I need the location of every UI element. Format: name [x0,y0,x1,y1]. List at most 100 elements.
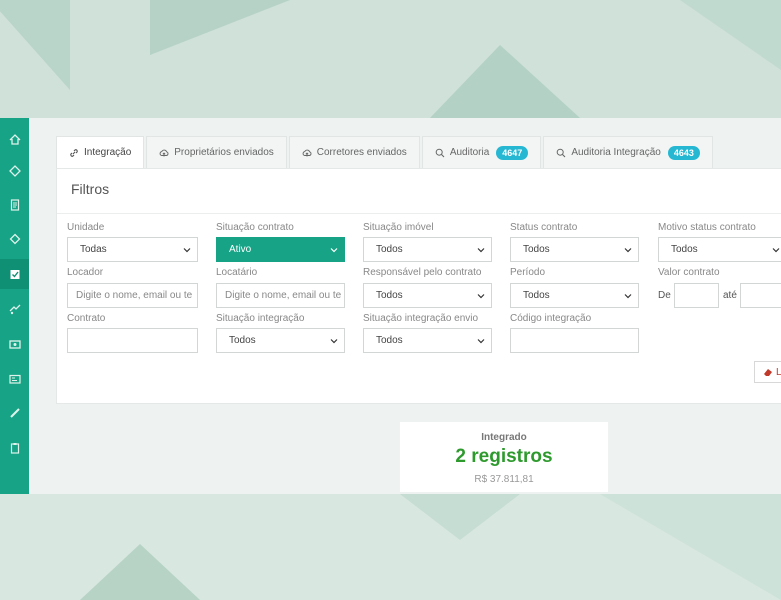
chevron-down-icon [772,248,780,253]
filters-title: Filtros [71,181,110,197]
tab-integracao[interactable]: Integração [56,136,145,168]
decorative-shape [150,0,290,55]
clear-filters-label: L [776,366,781,378]
divider [57,213,781,214]
sidebar-item-checklist[interactable] [0,259,29,289]
situacao-imovel-select[interactable]: Todos [363,237,492,262]
chevron-down-icon [477,294,485,299]
summary-count: 2 registros [455,446,553,467]
tab-label: Auditoria Integração [571,147,661,158]
sidebar-item-money[interactable] [0,329,29,359]
checklist-icon [10,270,19,279]
valor-contrato-label: Valor contrato [658,267,720,278]
decorative-shape [400,494,520,540]
locatario-input[interactable]: Digite o nome, email ou te [216,283,345,308]
tab-proprietarios-enviados[interactable]: Proprietários enviados [146,136,287,168]
situacao-contrato-label: Situação contrato [216,222,294,233]
chevron-down-icon [183,248,191,253]
sidebar-item-tag[interactable] [0,156,29,186]
main-content: Integração Proprietários enviados Corret… [29,118,781,494]
chevron-down-icon [477,339,485,344]
situacao-contrato-select[interactable]: Ativo [216,237,345,262]
responsavel-select[interactable]: Todos [363,283,492,308]
situacao-integracao-value: Todos [229,335,256,346]
chevron-down-icon [624,294,632,299]
handshake-icon [9,304,20,315]
decorative-shape [430,45,580,118]
unidade-label: Unidade [67,222,105,233]
responsavel-label: Responsável pelo contrato [363,267,482,278]
tab-label: Integração [84,147,132,158]
count-badge: 4647 [496,145,529,160]
situacao-integracao-envio-label: Situação integração envio [363,313,479,324]
tab-bar: Integração Proprietários enviados Corret… [56,136,715,168]
unidade-select[interactable]: Todas [67,237,198,262]
diamond-icon [9,233,20,245]
contrato-input[interactable] [67,328,198,353]
locatario-label: Locatário [216,267,258,278]
codigo-integracao-input[interactable] [510,328,639,353]
clear-filters-button[interactable]: L [754,361,781,383]
codigo-integracao-label: Código integração [510,313,592,324]
situacao-integracao-envio-value: Todos [376,335,403,346]
count-badge: 4643 [667,145,700,160]
tab-label: Corretores enviados [316,147,407,158]
valor-ate-label: até [723,290,737,301]
sidebar-item-ruler[interactable] [0,398,29,428]
decorative-shape [0,0,70,90]
tag-icon [8,165,21,177]
contrato-label: Contrato [67,313,106,324]
tab-corretores-enviados[interactable]: Corretores enviados [288,136,420,168]
periodo-label: Período [510,267,546,278]
chevron-down-icon [330,339,338,344]
tab-label: Proprietários enviados [174,147,274,158]
motivo-status-contrato-value: Todos [671,244,698,255]
decorative-shape [600,494,781,600]
search-icon [557,148,566,157]
valor-de-input[interactable] [674,283,719,308]
chevron-down-icon [624,248,632,253]
unidade-value: Todas [80,244,107,255]
situacao-integracao-label: Situação integração [216,313,305,324]
situacao-integracao-select[interactable]: Todos [216,328,345,353]
periodo-value: Todos [523,290,550,301]
link-icon [70,148,78,157]
sidebar-item-clipboard[interactable] [0,433,29,463]
id-card-icon [8,374,21,384]
background-bottom [0,494,781,600]
home-icon [9,134,20,145]
app-window: Integração Proprietários enviados Corret… [0,118,781,494]
situacao-imovel-value: Todos [376,244,403,255]
document-icon [10,199,19,211]
search-icon [435,148,445,157]
status-contrato-select[interactable]: Todos [510,237,639,262]
locador-label: Locador [67,267,104,278]
ruler-icon [9,408,20,418]
valor-de-label: De [658,290,671,301]
background-top [0,0,781,118]
sidebar-item-document[interactable] [0,190,29,220]
tab-auditoria-integracao[interactable]: Auditoria Integração 4643 [543,136,713,168]
clipboard-icon [10,443,19,454]
tab-auditoria[interactable]: Auditoria 4647 [421,136,542,168]
status-contrato-label: Status contrato [510,222,578,233]
cloud-upload-icon [302,149,312,156]
chevron-down-icon [477,248,485,253]
responsavel-value: Todos [376,290,403,301]
motivo-status-contrato-select[interactable]: Todos [658,237,781,262]
locador-input[interactable]: Digite o nome, email ou te [67,283,198,308]
summary-label: Integrado [481,432,527,443]
decorative-shape [80,544,200,600]
sidebar-item-handshake[interactable] [0,294,29,324]
status-contrato-value: Todos [523,244,550,255]
situacao-contrato-value: Ativo [229,244,252,255]
sidebar-item-id-card[interactable] [0,364,29,394]
sidebar-item-diamond[interactable] [0,224,29,254]
periodo-select[interactable]: Todos [510,283,639,308]
motivo-status-contrato-label: Motivo status contrato [658,222,756,233]
cloud-upload-icon [159,149,169,156]
sidebar-item-home[interactable] [0,124,29,154]
decorative-shape [680,0,781,70]
valor-ate-input[interactable] [740,283,781,308]
situacao-integracao-envio-select[interactable]: Todos [363,328,492,353]
